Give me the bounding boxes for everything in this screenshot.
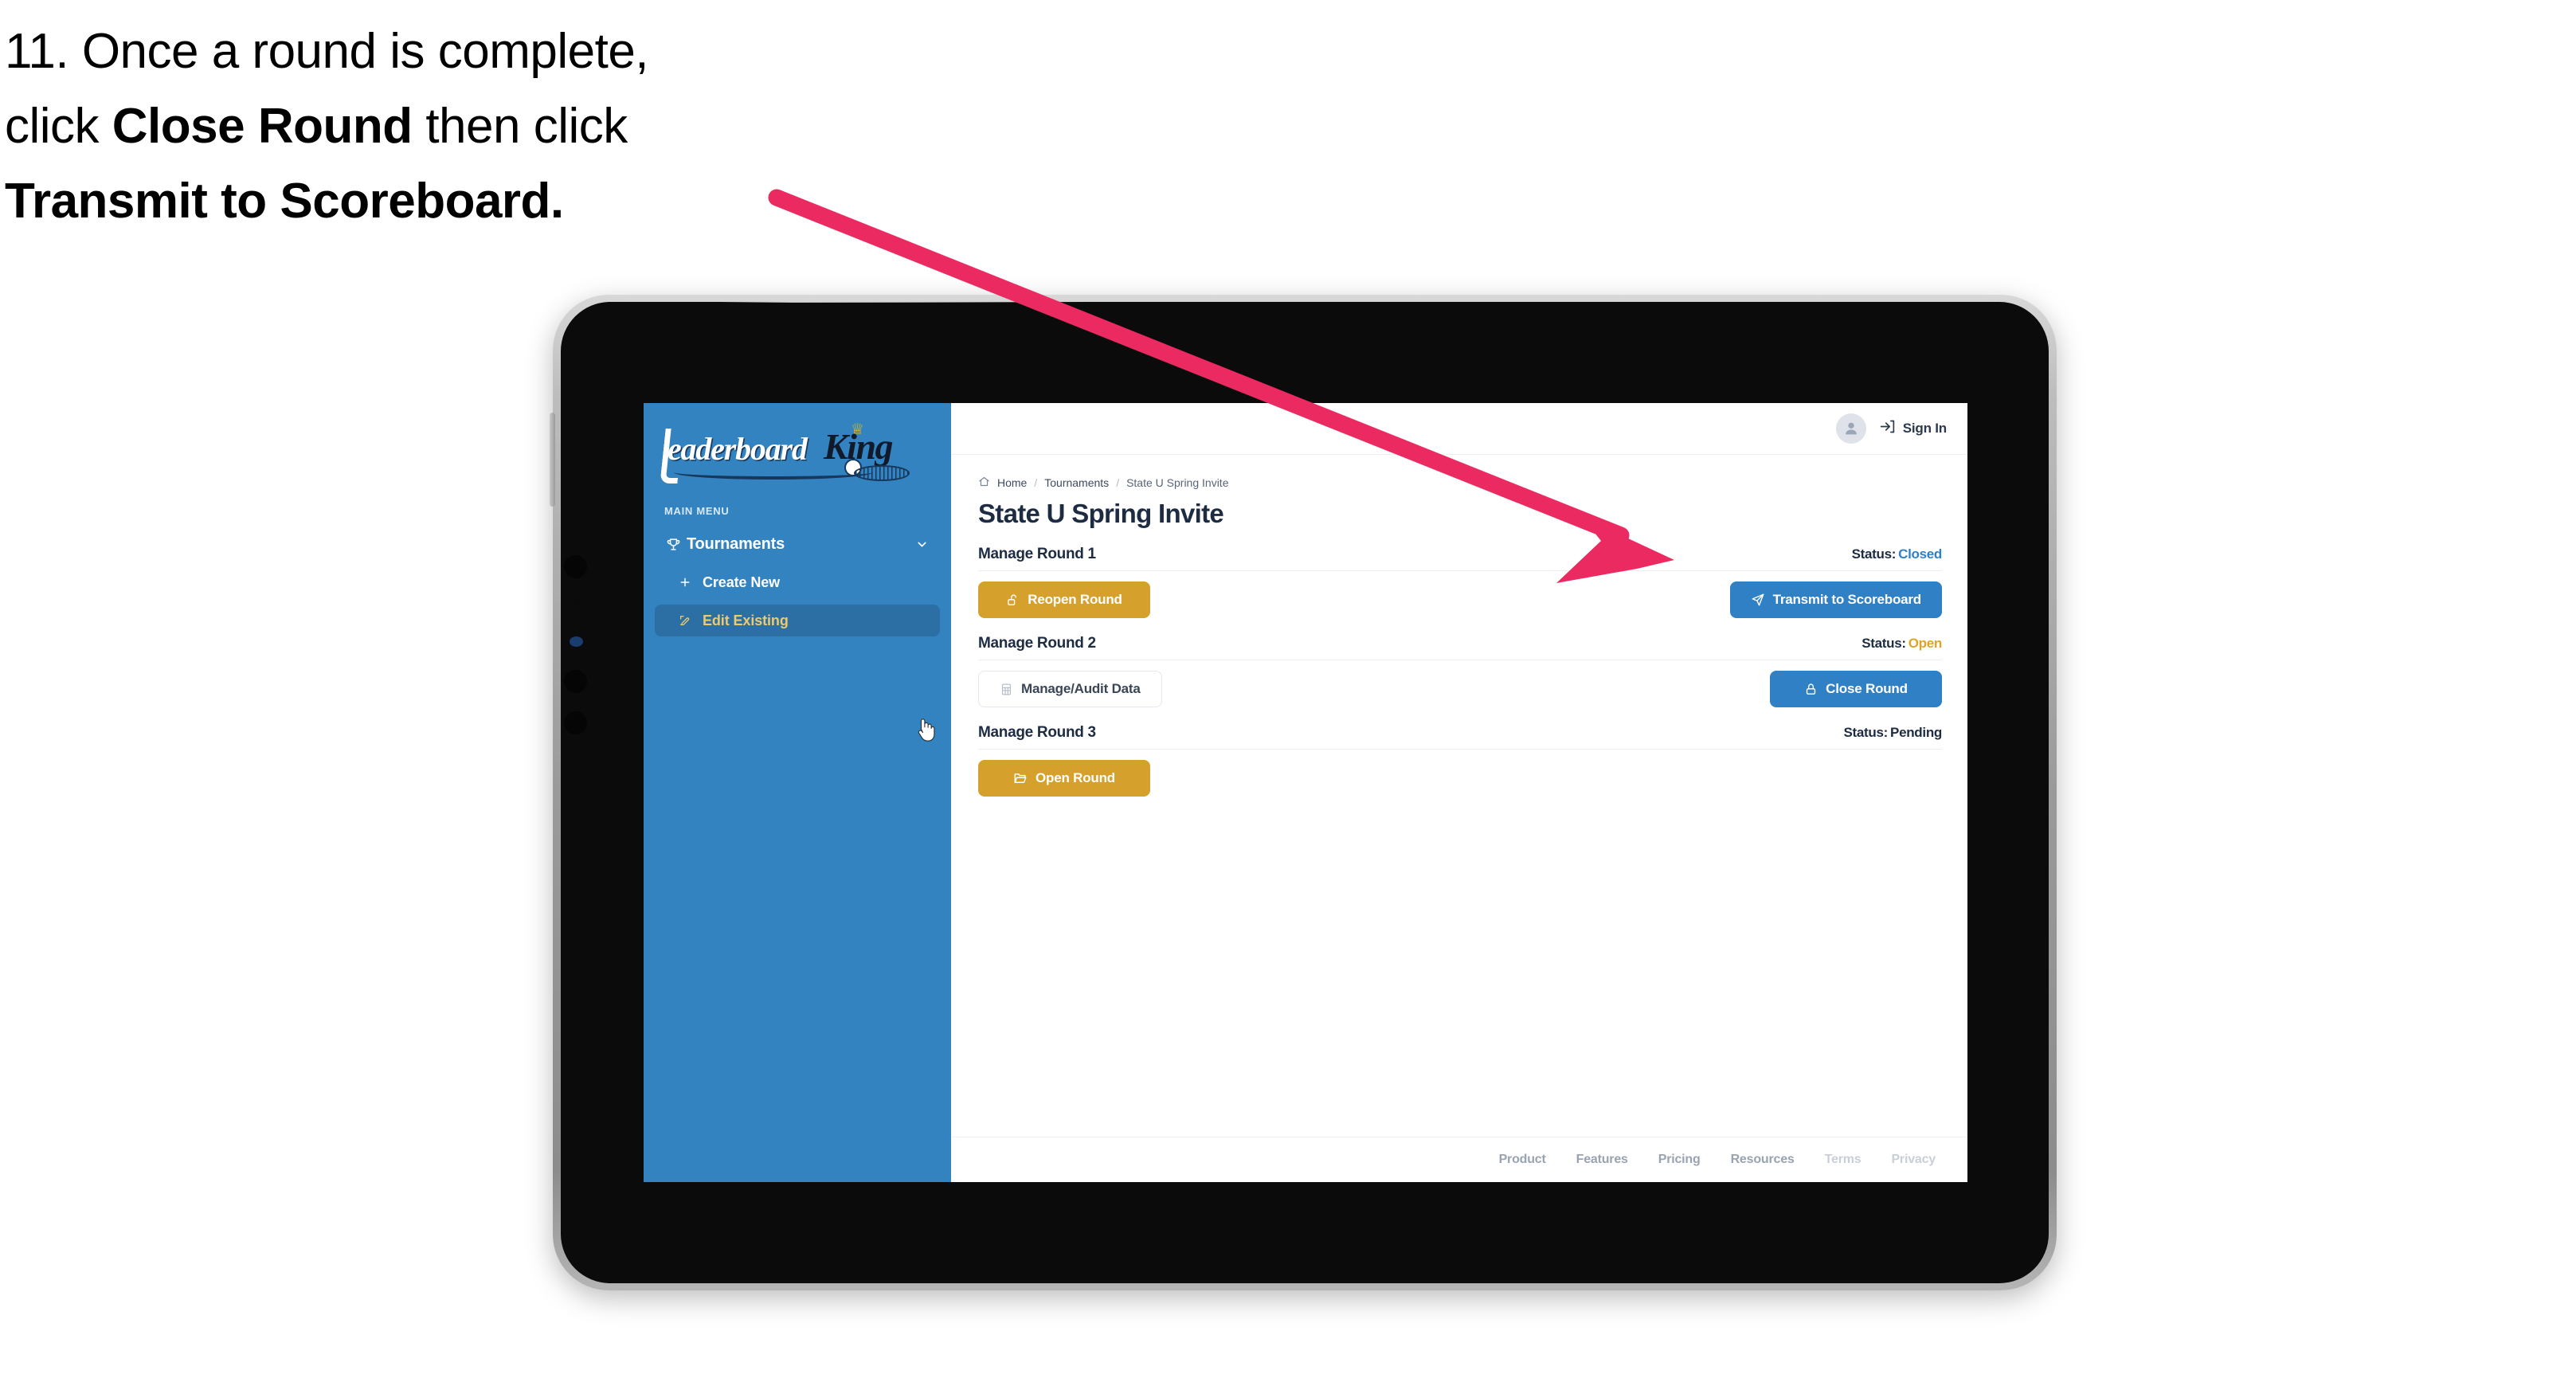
lock-icon <box>1804 683 1818 696</box>
breadcrumb-current: State U Spring Invite <box>1126 476 1229 489</box>
sidebar-item-edit-existing[interactable]: Edit Existing <box>655 605 940 636</box>
round-3-actions: Open Round <box>978 760 1942 797</box>
tablet-screen-bezel: eaderboard ♕ King MAIN MENU Tournaments … <box>561 302 2049 1283</box>
app-viewport: eaderboard ♕ King MAIN MENU Tournaments … <box>644 403 1967 1182</box>
unlock-icon <box>1006 593 1020 607</box>
footer-link-terms[interactable]: Terms <box>1825 1153 1862 1167</box>
close-round-button[interactable]: Close Round <box>1770 671 1942 707</box>
sign-in-button[interactable]: Sign In <box>1879 418 1947 439</box>
caption-line-1: 11. Once a round is complete, <box>5 24 649 79</box>
folder-open-icon <box>1013 771 1028 785</box>
tablet-camera-dot <box>564 555 587 578</box>
manage-audit-data-label: Manage/Audit Data <box>1021 681 1141 696</box>
round-block-2: Manage Round 2 Status: Open Manage/Audit… <box>978 635 1942 707</box>
round-1-actions: Reopen Round Transmit to Scoreboard <box>978 581 1942 618</box>
sidebar-item-create-new[interactable]: Create New <box>655 566 940 598</box>
caption-line-2-bold: Close Round <box>112 99 413 155</box>
sidebar-item-tournaments[interactable]: Tournaments <box>655 528 940 560</box>
home-icon[interactable] <box>978 476 990 490</box>
breadcrumb-separator: / <box>1034 476 1038 489</box>
tablet-camera-dot-2 <box>564 670 587 693</box>
round-1-status: Status: Closed <box>1851 546 1943 562</box>
caption-line-2-post: then click <box>412 99 628 155</box>
breadcrumb: Home / Tournaments / State U Spring Invi… <box>978 476 1942 490</box>
reopen-round-label: Reopen Round <box>1028 592 1122 607</box>
sidebar: eaderboard ♕ King MAIN MENU Tournaments … <box>644 403 951 1182</box>
footer-link-product[interactable]: Product <box>1499 1153 1546 1167</box>
round-3-status-label: Status: <box>1843 725 1889 740</box>
footer-link-pricing[interactable]: Pricing <box>1658 1153 1701 1167</box>
tablet-speaker-grill <box>720 302 1086 303</box>
round-1-status-label: Status: <box>1851 546 1897 562</box>
main-column: Sign In Home / Tournaments / State U Spr… <box>951 403 1967 1182</box>
round-2-title: Manage Round 2 <box>978 635 1096 652</box>
open-round-button[interactable]: Open Round <box>978 760 1150 797</box>
avatar[interactable] <box>1835 413 1866 444</box>
sidebar-item-create-new-label: Create New <box>703 574 781 590</box>
round-1-title: Manage Round 1 <box>978 546 1096 562</box>
logo-word-leaderboard: eaderboard <box>667 431 808 467</box>
round-3-title: Manage Round 3 <box>978 724 1096 741</box>
pointing-hand-cursor <box>914 717 935 742</box>
round-2-status: Status: Open <box>1862 636 1942 652</box>
round-3-status: Status: Pending <box>1844 725 1943 741</box>
sign-in-label: Sign In <box>1902 421 1947 436</box>
logo-tee-shape <box>854 465 910 481</box>
round-2-status-value: Open <box>1908 636 1943 651</box>
table-grid-icon <box>1000 683 1013 696</box>
tablet-camera-dot-3 <box>564 711 587 734</box>
manage-audit-data-button[interactable]: Manage/Audit Data <box>978 671 1162 707</box>
caption-line-2: click Close Round then click <box>5 89 865 164</box>
top-bar: Sign In <box>951 403 1967 455</box>
footer-link-features[interactable]: Features <box>1576 1153 1628 1167</box>
transmit-to-scoreboard-label: Transmit to Scoreboard <box>1772 592 1922 607</box>
leaderboard-king-logo[interactable]: eaderboard ♕ King <box>660 422 918 484</box>
sidebar-item-edit-existing-label: Edit Existing <box>703 612 789 628</box>
round-3-status-value: Pending <box>1890 725 1942 740</box>
open-round-label: Open Round <box>1035 770 1115 785</box>
caption-line-3: Transmit to Scoreboard. <box>5 174 564 229</box>
site-footer: Product Features Pricing Resources Terms… <box>951 1137 1967 1182</box>
round-block-1: Manage Round 1 Status: Closed Reopen Rou… <box>978 546 1942 618</box>
content-area: Home / Tournaments / State U Spring Invi… <box>951 455 1967 1137</box>
round-3-header: Manage Round 3 Status: Pending <box>978 724 1942 750</box>
footer-link-resources[interactable]: Resources <box>1731 1153 1795 1167</box>
page-title: State U Spring Invite <box>978 499 1224 528</box>
caption-line-2-pre: click <box>5 99 112 155</box>
tablet-sensor-dot <box>572 598 579 605</box>
sidebar-section-label: MAIN MENU <box>664 505 730 517</box>
round-1-status-value: Closed <box>1898 546 1942 562</box>
sign-in-arrow-icon <box>1879 418 1896 439</box>
tablet-side-button <box>550 413 555 507</box>
round-block-3: Manage Round 3 Status: Pending Open Roun… <box>978 724 1942 797</box>
plus-icon <box>679 576 703 589</box>
trophy-icon <box>666 537 687 552</box>
round-1-header: Manage Round 1 Status: Closed <box>978 546 1942 571</box>
chevron-down-icon[interactable] <box>915 538 929 551</box>
breadcrumb-separator-2: / <box>1116 476 1120 489</box>
breadcrumb-tournaments[interactable]: Tournaments <box>1044 476 1109 489</box>
reopen-round-button[interactable]: Reopen Round <box>978 581 1150 618</box>
round-2-header: Manage Round 2 Status: Open <box>978 635 1942 660</box>
pencil-square-icon <box>679 614 703 627</box>
footer-link-privacy[interactable]: Privacy <box>1891 1153 1936 1167</box>
close-round-label: Close Round <box>1826 681 1908 696</box>
paper-plane-icon <box>1751 593 1765 607</box>
transmit-to-scoreboard-button[interactable]: Transmit to Scoreboard <box>1729 581 1942 618</box>
round-2-actions: Manage/Audit Data Close Round <box>978 671 1942 707</box>
breadcrumb-home[interactable]: Home <box>997 476 1027 489</box>
round-2-status-label: Status: <box>1862 636 1906 651</box>
tablet-device-frame: eaderboard ♕ King MAIN MENU Tournaments … <box>550 295 2057 1290</box>
tablet-indicator-dot <box>570 636 583 647</box>
instruction-caption: 11. Once a round is complete, click Clos… <box>5 14 865 240</box>
sidebar-item-tournaments-label: Tournaments <box>687 534 785 553</box>
